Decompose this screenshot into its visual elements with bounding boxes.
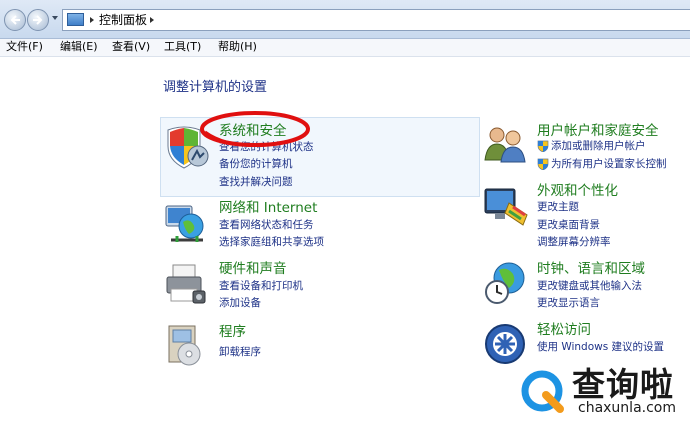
recent-pages-dropdown[interactable] <box>52 16 58 20</box>
back-button[interactable] <box>4 9 26 31</box>
uac-shield-icon <box>537 140 549 152</box>
red-highlight-oval <box>200 111 310 147</box>
category-network-internet[interactable]: 网络和 Internet <box>219 200 317 216</box>
users-icon <box>484 127 526 163</box>
clock-globe-icon <box>485 262 525 304</box>
link-add-remove-accounts[interactable]: 添加或删除用户帐户 <box>551 140 646 153</box>
link-parental-controls[interactable]: 为所有用户设置家长控制 <box>551 158 667 171</box>
chaxunla-logo-icon <box>515 364 569 418</box>
control-panel-icon <box>67 13 84 26</box>
appearance-icon <box>484 188 528 226</box>
link-add-device[interactable]: 添加设备 <box>219 297 261 310</box>
programs-box-icon <box>168 325 201 366</box>
back-arrow-icon <box>10 15 20 25</box>
title-bar: 控制面板 <box>0 0 690 39</box>
link-windows-recommended-settings[interactable]: 使用 Windows 建议的设置 <box>537 341 664 354</box>
link-view-network-status[interactable]: 查看网络状态和任务 <box>219 219 314 232</box>
forward-arrow-icon <box>33 15 43 25</box>
menu-view[interactable]: 查看(V) <box>112 40 150 54</box>
breadcrumb-arrow-icon[interactable] <box>150 17 154 23</box>
link-uninstall-program[interactable]: 卸载程序 <box>219 346 261 359</box>
accessibility-icon <box>485 324 525 364</box>
category-user-accounts[interactable]: 用户帐户和家庭安全 <box>537 123 659 139</box>
menu-edit[interactable]: 编辑(E) <box>60 40 98 54</box>
watermark-url: chaxunla.com <box>578 400 676 416</box>
printer-icon <box>166 264 206 304</box>
menu-bar: 文件(F) 编辑(E) 查看(V) 工具(T) 帮助(H) <box>0 39 690 57</box>
menu-file[interactable]: 文件(F) <box>6 40 43 54</box>
category-appearance[interactable]: 外观和个性化 <box>537 183 618 199</box>
forward-button[interactable] <box>27 9 49 31</box>
category-hardware-sound[interactable]: 硬件和声音 <box>219 261 287 277</box>
link-change-keyboard[interactable]: 更改键盘或其他输入法 <box>537 280 642 293</box>
menu-help[interactable]: 帮助(H) <box>218 40 257 54</box>
menu-tools[interactable]: 工具(T) <box>164 40 201 54</box>
watermark-brand: 查询啦 <box>572 365 674 404</box>
link-homegroup-sharing[interactable]: 选择家庭组和共享选项 <box>219 236 324 249</box>
breadcrumb-control-panel[interactable]: 控制面板 <box>99 13 147 27</box>
category-programs[interactable]: 程序 <box>219 324 246 340</box>
category-clock-language-region[interactable]: 时钟、语言和区域 <box>537 261 645 277</box>
breadcrumb-arrow-icon[interactable] <box>90 17 94 23</box>
uac-shield-icon <box>537 158 549 170</box>
link-devices-printers[interactable]: 查看设备和打印机 <box>219 280 303 293</box>
link-change-desktop-background[interactable]: 更改桌面背景 <box>537 219 600 232</box>
link-adjust-resolution[interactable]: 调整屏幕分辨率 <box>537 236 611 249</box>
category-ease-of-access[interactable]: 轻松访问 <box>537 322 591 338</box>
link-change-theme[interactable]: 更改主题 <box>537 201 579 214</box>
link-backup-computer[interactable]: 备份您的计算机 <box>219 158 293 171</box>
link-troubleshoot[interactable]: 查找并解决问题 <box>219 176 293 189</box>
link-change-display-language[interactable]: 更改显示语言 <box>537 297 600 310</box>
page-title: 调整计算机的设置 <box>163 80 268 95</box>
address-bar[interactable]: 控制面板 <box>62 9 690 31</box>
network-globe-icon <box>165 205 204 242</box>
